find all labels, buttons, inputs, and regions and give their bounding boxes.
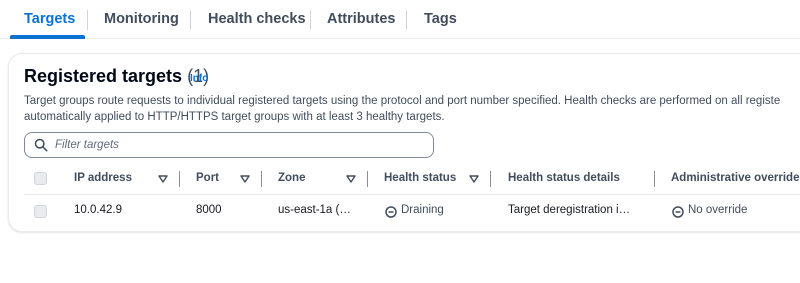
tab-health-checks[interactable]: Health checks — [208, 0, 306, 39]
search-input[interactable] — [55, 135, 425, 155]
description-line-1: Target groups route requests to individu… — [24, 95, 781, 107]
tab-bar: Targets Monitoring Health checks Attribu… — [0, 0, 800, 39]
panel-description: Target groups route requests to individu… — [24, 93, 800, 125]
select-all-checkbox[interactable] — [34, 172, 47, 185]
tab-targets[interactable]: Targets — [24, 0, 75, 39]
cell-health-status: Draining — [401, 204, 444, 216]
column-divider[interactable] — [367, 171, 368, 187]
caret-down-icon[interactable] — [469, 174, 479, 184]
column-divider[interactable] — [490, 171, 491, 187]
minus-circle-icon — [385, 206, 397, 218]
column-header-zone[interactable]: Zone — [278, 172, 305, 184]
column-header-health-status[interactable]: Health status — [384, 172, 456, 184]
cell-zone: us-east-1a (… — [278, 204, 351, 216]
minus-circle-icon — [672, 206, 684, 218]
cell-ip-address: 10.0.42.9 — [74, 204, 122, 216]
caret-down-icon[interactable] — [346, 174, 356, 184]
tab-separator — [406, 10, 407, 30]
column-header-ip-address[interactable]: IP address — [74, 172, 132, 184]
column-header-health-status-details: Health status details — [508, 172, 620, 184]
column-divider[interactable] — [261, 171, 262, 187]
tab-tags[interactable]: Tags — [424, 0, 457, 39]
column-divider[interactable] — [179, 171, 180, 187]
table-header-divider — [24, 194, 800, 195]
cell-port: 8000 — [196, 204, 222, 216]
cell-health-status-details: Target deregistration i… — [508, 204, 631, 216]
info-link[interactable]: Info — [190, 73, 208, 84]
caret-down-icon[interactable] — [240, 174, 250, 184]
tab-monitoring[interactable]: Monitoring — [104, 0, 179, 39]
tab-attributes[interactable]: Attributes — [327, 0, 395, 39]
row-select-checkbox[interactable] — [34, 205, 47, 218]
panel-title: Registered targets (1) — [24, 66, 209, 87]
search-icon — [34, 138, 48, 152]
tab-separator — [190, 10, 191, 30]
cell-administrative-override: No override — [688, 204, 748, 216]
column-header-administrative-override: Administrative override — [671, 172, 800, 184]
tab-separator — [310, 10, 311, 30]
column-divider[interactable] — [654, 171, 655, 187]
caret-down-icon[interactable] — [158, 174, 168, 184]
active-tab-indicator — [10, 35, 85, 39]
description-line-2: automatically applied to HTTP/HTTPS targ… — [24, 111, 445, 123]
panel-title-text: Registered targets — [24, 66, 183, 86]
column-header-port[interactable]: Port — [196, 172, 219, 184]
tab-separator — [87, 10, 88, 30]
filter-targets-search[interactable] — [24, 132, 434, 158]
